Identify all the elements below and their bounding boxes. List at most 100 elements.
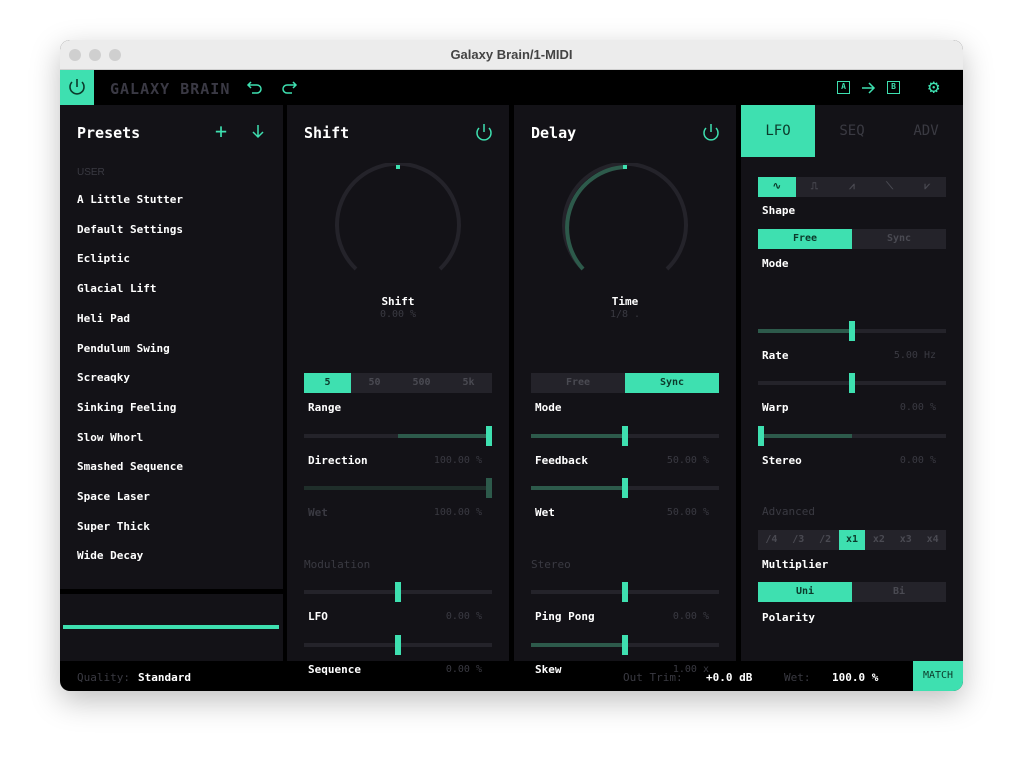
shift-power-icon[interactable]	[474, 122, 494, 142]
wet-value: 100.00 %	[433, 507, 482, 518]
direction-slider[interactable]	[304, 426, 492, 446]
multiplier-option[interactable]: x1	[838, 530, 866, 550]
out-trim-value[interactable]: +0.0 dB	[706, 671, 752, 684]
lfo-slider[interactable]	[304, 582, 492, 602]
stereo-slider-thumb[interactable]	[758, 426, 764, 446]
multiplier-option[interactable]: x2	[865, 530, 892, 550]
warp-slider-thumb[interactable]	[849, 373, 855, 393]
preset-item[interactable]: Sinking Feeling	[77, 401, 176, 414]
preset-item[interactable]: A Little Stutter	[77, 193, 183, 206]
preset-b-button[interactable]: B	[887, 81, 900, 94]
delay-power-icon[interactable]	[701, 122, 721, 142]
wet-slider[interactable]	[304, 478, 492, 498]
multiplier-label: Multiplier	[762, 558, 829, 571]
delay-title: Delay	[531, 124, 577, 142]
shape-option[interactable]: ∿	[758, 177, 796, 197]
multiplier-option[interactable]: x4	[919, 530, 946, 550]
tab-adv[interactable]: ADV	[889, 105, 963, 157]
polarity-label: Polarity	[762, 611, 815, 624]
lfo-mode-option[interactable]: Free	[758, 229, 852, 249]
preset-item[interactable]: Default Settings	[77, 223, 183, 236]
range-option[interactable]: 50	[351, 373, 398, 393]
rate-slider-thumb[interactable]	[849, 321, 855, 341]
feedback-slider-fill	[531, 434, 625, 438]
undo-icon[interactable]	[246, 78, 264, 96]
global-wet-value[interactable]: 100.0 %	[832, 671, 878, 684]
rate-slider-fill	[758, 329, 852, 333]
range-option[interactable]: 500	[398, 373, 445, 393]
direction-slider-thumb[interactable]	[486, 426, 492, 446]
ping-pong-slider[interactable]	[531, 582, 719, 602]
shift-title: Shift	[304, 124, 350, 142]
lfo-value: 0.00 %	[445, 611, 482, 622]
knob-indicator	[396, 165, 400, 169]
preset-item[interactable]: Space Laser	[77, 490, 150, 503]
direction-slider-fill	[398, 434, 492, 438]
feedback-slider-thumb[interactable]	[622, 426, 628, 446]
preset-item[interactable]: Wide Decay	[77, 549, 143, 562]
sequence-slider[interactable]	[304, 635, 492, 655]
lfo-slider-thumb[interactable]	[395, 582, 401, 602]
wet-slider-fill	[531, 486, 625, 490]
delay-mode-option[interactable]: Sync	[625, 373, 719, 393]
multiplier-option[interactable]: /3	[785, 530, 812, 550]
match-button[interactable]: MATCH	[913, 661, 963, 691]
time-knob-label: Time	[611, 295, 639, 308]
polarity-option[interactable]: Uni	[758, 582, 852, 602]
skew-slider-thumb[interactable]	[622, 635, 628, 655]
preset-item[interactable]: Slow Whorl	[77, 431, 143, 444]
multiplier-option[interactable]: /2	[812, 530, 839, 550]
multiplier-option[interactable]: /4	[758, 530, 785, 550]
stereo-slider[interactable]	[758, 426, 946, 446]
delay-mode-option[interactable]: Free	[531, 373, 625, 393]
preset-item[interactable]: Pendulum Swing	[77, 342, 170, 355]
polarity-option[interactable]: Bi	[852, 582, 946, 602]
range-option[interactable]: 5k	[445, 373, 492, 393]
preset-item[interactable]: Glacial Lift	[77, 282, 156, 295]
tab-lfo[interactable]: LFO	[741, 105, 815, 157]
add-preset-icon[interactable]: +	[215, 119, 227, 143]
feedback-slider[interactable]	[531, 426, 719, 446]
rate-slider[interactable]	[758, 321, 946, 341]
skew-slider[interactable]	[531, 635, 719, 655]
warp-slider[interactable]	[758, 373, 946, 393]
range-option[interactable]: 5	[304, 373, 351, 393]
preset-item[interactable]: Super Thick	[77, 520, 150, 533]
time-knob[interactable]	[560, 163, 690, 293]
app-name: GALAXY BRAIN	[110, 80, 231, 98]
preset-item[interactable]: Ecliptic	[77, 252, 130, 265]
shape-option[interactable]: ⩘	[833, 177, 871, 197]
plugin-window: Galaxy Brain/1-MIDI GALAXY BRAIN A B ⚙ P…	[60, 40, 963, 691]
multiplier-option[interactable]: x3	[892, 530, 919, 550]
sequence-slider-thumb[interactable]	[395, 635, 401, 655]
shape-option[interactable]: ⎍	[796, 177, 834, 197]
preset-item[interactable]: Smashed Sequence	[77, 460, 183, 473]
shift-panel: Shift Shift 0.00 % 5 50 500 5k Range Modula…	[287, 105, 509, 676]
ping-pong-value: 0.00 %	[672, 611, 709, 622]
sequence-value: 0.00 %	[445, 664, 482, 675]
modulation-panel: LFO SEQ ADV ∿ ⎍ ⩘ ⟍ ⩗ Shape Free Sync Mode Adva…	[741, 105, 963, 661]
modulation-label: Modulation	[304, 558, 371, 571]
shift-knob[interactable]	[333, 163, 463, 293]
tab-seq[interactable]: SEQ	[815, 105, 889, 157]
preset-item[interactable]: Heli Pad	[77, 312, 130, 325]
ping-pong-slider-thumb[interactable]	[622, 582, 628, 602]
settings-gear-icon[interactable]: ⚙	[928, 76, 939, 98]
presets-panel: Presets + USER A Little Stutter Default S…	[60, 105, 283, 589]
preset-item[interactable]: Screaqky	[77, 371, 130, 384]
wet-slider[interactable]	[531, 478, 719, 498]
shape-option[interactable]: ⟍	[871, 177, 909, 197]
preset-a-button[interactable]: A	[837, 81, 850, 94]
user-section-label: USER	[77, 167, 105, 178]
arrow-right-icon[interactable]	[860, 80, 876, 96]
shift-knob-value: 0.00 %	[379, 309, 417, 320]
wet-slider-thumb[interactable]	[622, 478, 628, 498]
wet-slider-thumb[interactable]	[486, 478, 492, 498]
redo-icon[interactable]	[280, 78, 298, 96]
bypass-power-button[interactable]	[60, 70, 94, 105]
shape-option[interactable]: ⩗	[908, 177, 946, 197]
time-knob-value: 1/8 .	[609, 309, 641, 320]
download-preset-icon[interactable]	[250, 123, 266, 139]
quality-value[interactable]: Standard	[138, 671, 191, 684]
lfo-mode-option[interactable]: Sync	[852, 229, 946, 249]
